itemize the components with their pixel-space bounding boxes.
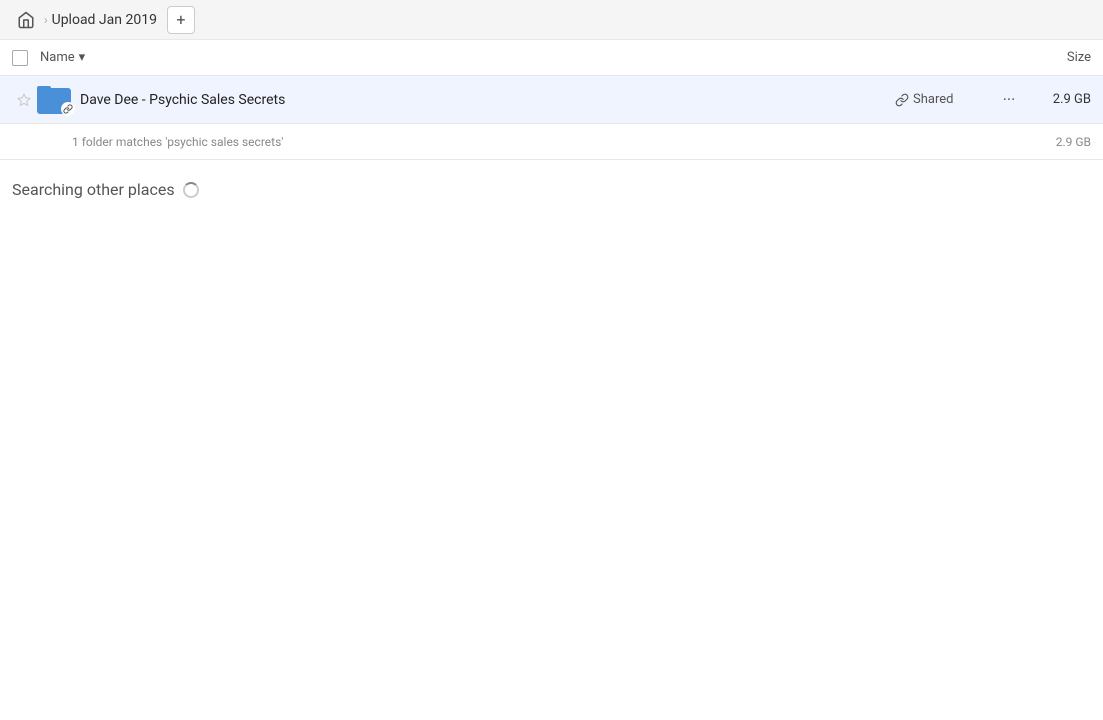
file-row[interactable]: Dave Dee - Psychic Sales Secrets Shared … <box>0 76 1103 124</box>
home-button[interactable] <box>12 6 40 34</box>
match-text: 1 folder matches 'psychic sales secrets' <box>72 135 283 149</box>
link-icon <box>895 93 909 107</box>
column-header: Name ▾ Size <box>0 40 1103 76</box>
star-button[interactable] <box>12 93 36 107</box>
more-options-button[interactable]: ··· <box>995 86 1023 114</box>
searching-row: Searching other places <box>0 160 1103 209</box>
size-column-header: Size <box>1011 50 1091 65</box>
link-badge <box>61 102 75 116</box>
top-bar: › Upload Jan 2019 + <box>0 0 1103 40</box>
folder-icon <box>36 82 72 118</box>
match-info-row: 1 folder matches 'psychic sales secrets'… <box>0 124 1103 160</box>
name-column-header[interactable]: Name ▾ <box>40 50 1011 65</box>
file-size: 2.9 GB <box>1031 92 1091 107</box>
shared-label: Shared <box>913 92 953 107</box>
shared-area: Shared <box>895 92 995 107</box>
checkbox-square[interactable] <box>12 50 28 66</box>
file-name: Dave Dee - Psychic Sales Secrets <box>80 92 895 108</box>
loading-spinner <box>183 182 199 198</box>
sort-icon: ▾ <box>79 50 86 65</box>
breadcrumb-title: Upload Jan 2019 <box>52 12 157 28</box>
select-all-checkbox[interactable] <box>12 50 40 66</box>
add-button[interactable]: + <box>167 6 195 34</box>
searching-text: Searching other places <box>12 180 175 199</box>
breadcrumb-chevron: › <box>44 13 48 27</box>
match-size: 2.9 GB <box>1056 135 1091 149</box>
